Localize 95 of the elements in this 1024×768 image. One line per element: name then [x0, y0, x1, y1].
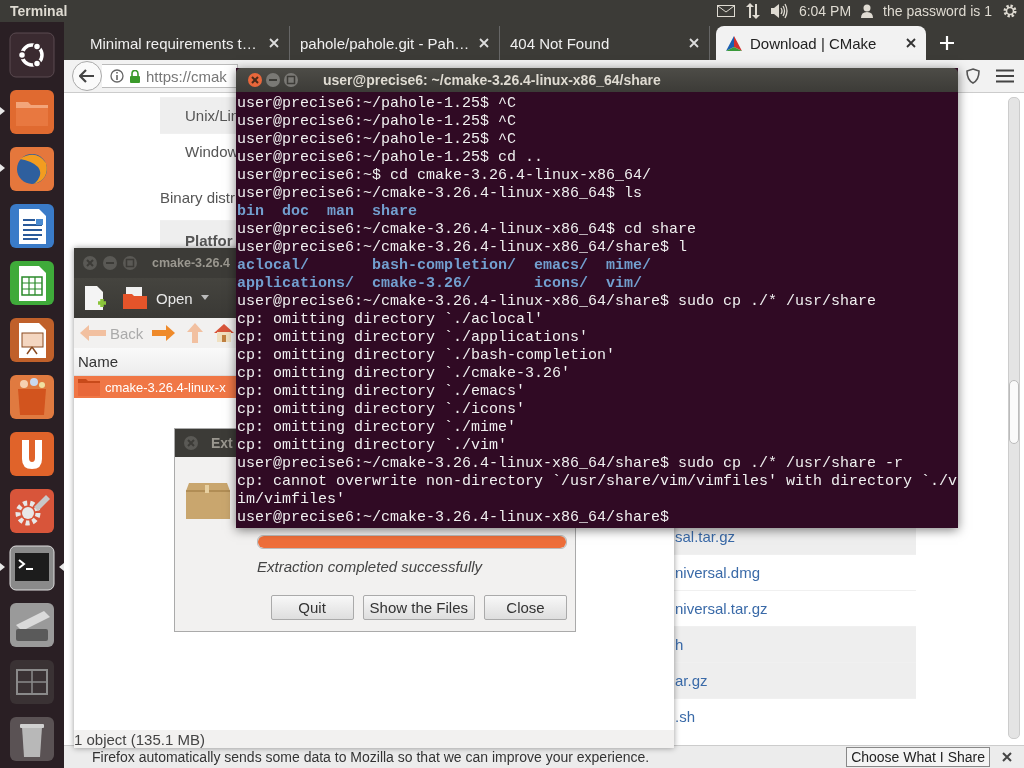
- table-cell: Window: [185, 143, 239, 160]
- download-link[interactable]: sal.tar.gz: [675, 528, 736, 545]
- lock-icon[interactable]: [130, 69, 140, 83]
- dialog-button[interactable]: Quit: [270, 595, 354, 620]
- dialog-button[interactable]: Close: [484, 595, 567, 620]
- scanner-icon[interactable]: [8, 600, 56, 649]
- back-button[interactable]: [72, 61, 102, 91]
- terminal-line: cp: omitting directory `./aclocal': [237, 311, 545, 329]
- directory-entry: aclocal/: [237, 257, 310, 275]
- terminal-line: user@precise6:~/cmake-3.26.4-linux-x86_64/share$: [237, 509, 671, 527]
- logo-icon[interactable]: [8, 30, 56, 79]
- terminal-line: user@precise6:~/cmake-3.26.4-linux-x86_64/share$ sudo cp ./* /usr/share: [237, 293, 878, 311]
- download-link[interactable]: ar.gz: [675, 672, 708, 689]
- gear-icon[interactable]: [1002, 3, 1018, 19]
- directory-entry: man: [327, 203, 355, 221]
- triangle-logo-icon: [726, 35, 742, 51]
- download-link[interactable]: niversal.dmg: [675, 564, 761, 581]
- browser-tab[interactable]: Download | CMake: [716, 26, 926, 60]
- terminal-line: cp: omitting directory `./vim': [237, 437, 509, 455]
- terminal-line: user@precise6:~/cmake-3.26.4-linux-x86_64/share$ l: [237, 239, 689, 257]
- window-title: user@precise6: ~/cmake-3.26.4-linux-x86_64/share: [323, 72, 661, 88]
- terminal-line: user@precise6:~/cmake-3.26.4-linux-x86_64/share$ sudo cp ./* /usr/share -r: [237, 455, 905, 473]
- terminal-line: user@precise6:~/cmake-3.26.4-linux-x86_64$ cd share: [237, 221, 698, 239]
- directory-entry: bash-completion/: [372, 257, 518, 275]
- choose-share-button[interactable]: Choose What I Share: [846, 747, 990, 767]
- back-arrow-icon[interactable]: [79, 69, 95, 83]
- directory-entry: cmake-3.26/: [372, 275, 473, 293]
- column-header[interactable]: Name: [74, 348, 236, 376]
- terminal-line: cp: omitting directory `./bash-completion': [237, 347, 617, 365]
- directory-entry: mime/: [606, 257, 652, 275]
- window-title: Ext: [211, 435, 233, 451]
- directory-entry: applications/: [237, 275, 356, 293]
- terminal-line: user@precise6:~$ cd cmake-3.26.4-linux-x86_64/: [237, 167, 653, 185]
- address-field[interactable]: https://cmak: [102, 64, 238, 88]
- terminal-line: user@precise6:~/pahole-1.25$ ^C: [237, 131, 518, 149]
- terminal-line: user@precise6:~/cmake-3.26.4-linux-x86_64$ ls: [237, 185, 644, 203]
- terminal-line: cp: cannot overwrite non-directory `/usr/share/vim/vimfiles' with directory `./v: [237, 473, 958, 491]
- close-icon[interactable]: [906, 38, 916, 48]
- presentation-icon[interactable]: [8, 315, 56, 364]
- volume-icon[interactable]: [770, 3, 789, 19]
- status-text: 1 object (135.1 MB): [74, 730, 205, 748]
- terminal-icon[interactable]: [8, 543, 56, 592]
- directory-entry: icons/: [534, 275, 590, 293]
- terminal-line: user@precise6:~/pahole-1.25$ cd ..: [237, 149, 545, 167]
- terminal-line: cp: omitting directory `./mime': [237, 419, 518, 437]
- download-link[interactable]: .sh: [675, 708, 695, 725]
- directory-entry: share: [372, 203, 417, 221]
- paragraph: Binary distr: [160, 189, 236, 206]
- clock[interactable]: 6:04 PM: [798, 3, 852, 19]
- download-link[interactable]: niversal.tar.gz: [675, 600, 768, 617]
- workspace-icon[interactable]: [8, 657, 56, 706]
- window-title: cmake-3.26.4: [152, 256, 230, 270]
- horseshoe-icon[interactable]: [8, 429, 56, 478]
- directory-entry: emacs/: [534, 257, 590, 275]
- terminal-line: cp: omitting directory `./icons': [237, 401, 527, 419]
- folder-icon[interactable]: [122, 286, 148, 310]
- shield-icon[interactable]: [966, 68, 980, 84]
- menu-icon[interactable]: [996, 69, 1014, 83]
- new-tab-icon[interactable]: [940, 36, 954, 50]
- trash-icon[interactable]: [8, 714, 56, 763]
- folder-icon: [77, 377, 101, 397]
- terminal-line: user@precise6:~/pahole-1.25$ ^C: [237, 113, 518, 131]
- info-icon[interactable]: [110, 69, 124, 83]
- directory-entry: vim/: [606, 275, 643, 293]
- package-icon: [185, 481, 231, 521]
- new-document-icon[interactable]: [84, 285, 106, 311]
- caret-icon[interactable]: [200, 295, 209, 301]
- directory-entry: bin: [237, 203, 265, 221]
- mail-icon[interactable]: [716, 5, 735, 17]
- terminal-line: cp: omitting directory `./applications': [237, 329, 590, 347]
- download-link[interactable]: h: [675, 636, 684, 653]
- house-icon[interactable]: [213, 323, 236, 343]
- status-message: Extraction completed successfully: [257, 558, 484, 575]
- document-icon[interactable]: [8, 201, 56, 250]
- spreadsheet-icon[interactable]: [8, 258, 56, 307]
- column-header: Platfor: [185, 232, 233, 249]
- globe-icon[interactable]: [8, 144, 56, 193]
- person-icon[interactable]: [861, 4, 874, 18]
- dialog-button[interactable]: Show the Files: [362, 595, 475, 620]
- terminal-line: im/vimfiles': [237, 491, 347, 509]
- scrollbar-thumb[interactable]: [1009, 380, 1019, 444]
- scrollbar[interactable]: [1008, 97, 1020, 739]
- shopping-bag-icon[interactable]: [8, 372, 56, 421]
- close-icon[interactable]: [1002, 752, 1012, 762]
- terminal-line: cp: omitting directory `./cmake-3.26': [237, 365, 572, 383]
- open-button[interactable]: Open: [116, 286, 215, 310]
- directory-entry: doc: [282, 203, 310, 221]
- transfer-arrows-icon[interactable]: [744, 3, 761, 19]
- terminal-line: cp: omitting directory `./emacs': [237, 383, 527, 401]
- terminal-line: user@precise6:~/pahole-1.25$ ^C: [237, 95, 518, 113]
- notification-text: Firefox automatically sends some data to Mozilla so that we can improve your experience.: [92, 749, 651, 765]
- gear-icon[interactable]: [8, 486, 56, 535]
- user-name[interactable]: the password is 1: [883, 3, 992, 19]
- app-title: Terminal: [10, 3, 68, 19]
- folder-icon[interactable]: [8, 87, 56, 136]
